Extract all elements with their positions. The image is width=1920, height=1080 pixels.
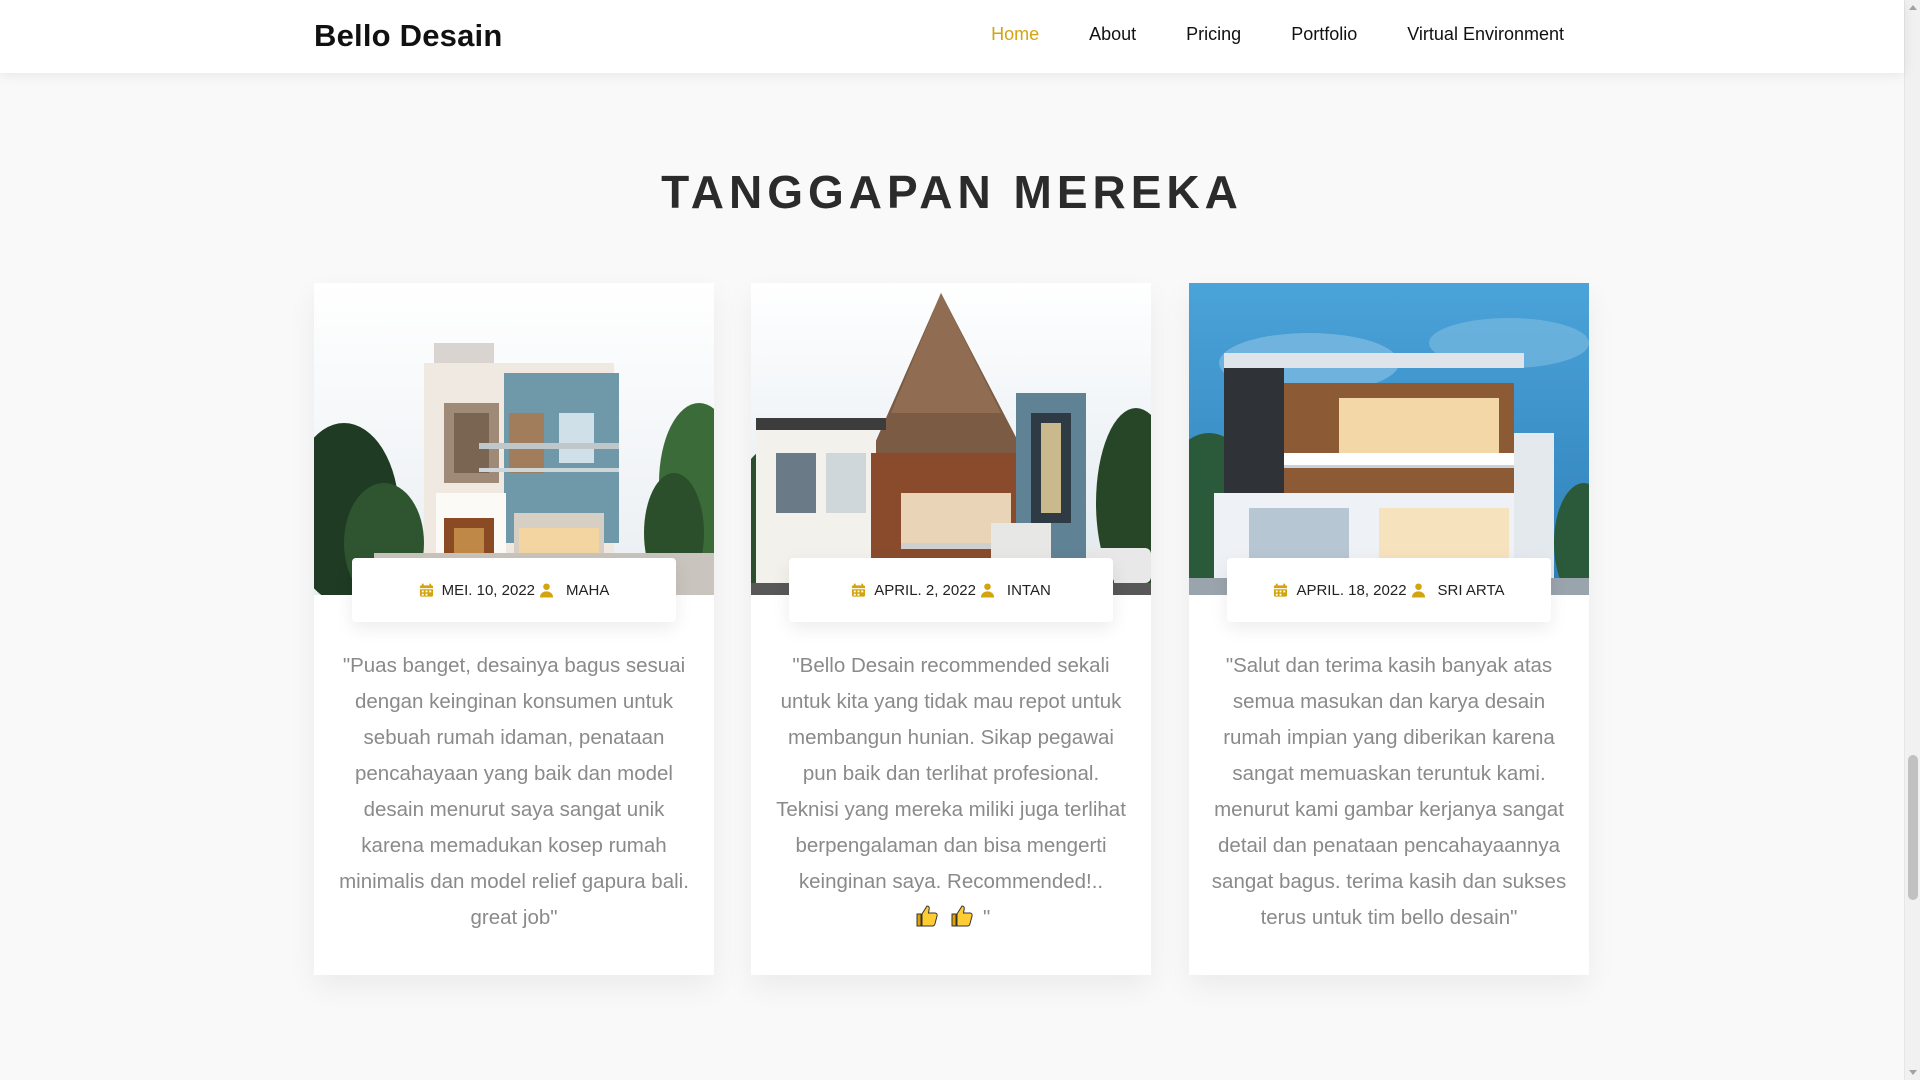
thumbs-up-icon bbox=[916, 905, 938, 927]
nav-portfolio[interactable]: Portfolio bbox=[1291, 24, 1357, 45]
post-author: INTAN bbox=[1006, 581, 1051, 599]
testimonial-card: APRIL. 18, 2022 SRI ARTA "Salut dan teri… bbox=[1189, 283, 1589, 975]
post-date: MEI. 10, 2022 bbox=[441, 581, 536, 599]
section-title: TANGGAPAN MEREKA bbox=[661, 166, 1243, 218]
user-icon bbox=[980, 583, 994, 598]
house-image bbox=[314, 283, 714, 595]
nav-virtual-environment[interactable]: Virtual Environment bbox=[1407, 24, 1564, 45]
testimonial-text: "Bello Desain recommended sekali untuk k… bbox=[773, 648, 1129, 936]
scroll-up-arrow[interactable] bbox=[1909, 5, 1917, 10]
user-icon bbox=[539, 583, 554, 598]
calendar-icon bbox=[419, 583, 433, 597]
calendar-icon bbox=[1274, 583, 1288, 597]
thumbs-up-icon bbox=[951, 905, 974, 927]
testimonial-closing-quote: " bbox=[977, 906, 991, 929]
calendar-icon bbox=[852, 583, 866, 597]
post-meta: MEI. 10, 2022 MAHA bbox=[352, 558, 676, 622]
scrollbar-thumb[interactable] bbox=[1908, 755, 1918, 900]
post-meta: APRIL. 2, 2022 INTAN bbox=[789, 558, 1113, 622]
testimonial-body: "Bello Desain recommended sekali untuk k… bbox=[776, 654, 1126, 893]
house-image bbox=[1189, 283, 1589, 595]
post-author: SRI ARTA bbox=[1437, 581, 1505, 599]
user-icon bbox=[1411, 583, 1425, 598]
navbar: Bello Desain Home About Pricing Portfoli… bbox=[0, 0, 1904, 73]
main-nav: Home About Pricing Portfolio Virtual Env… bbox=[991, 24, 1564, 45]
nav-pricing[interactable]: Pricing bbox=[1186, 24, 1241, 45]
testimonial-card: MEI. 10, 2022 MAHA "Puas banget, desainy… bbox=[314, 283, 714, 975]
post-date: APRIL. 2, 2022 bbox=[874, 581, 976, 599]
post-author: MAHA bbox=[566, 581, 610, 599]
scroll-down-arrow[interactable] bbox=[1909, 1070, 1917, 1075]
thumbs-row: " bbox=[912, 905, 991, 929]
brand-logo[interactable]: Bello Desain bbox=[314, 18, 502, 54]
post-date: APRIL. 18, 2022 bbox=[1296, 581, 1407, 599]
testimonial-text: "Salut dan terima kasih banyak atas semu… bbox=[1211, 654, 1567, 929]
testimonial-card: APRIL. 2, 2022 INTAN "Bello Desain recom… bbox=[751, 283, 1151, 975]
nav-about[interactable]: About bbox=[1089, 24, 1136, 45]
page-scrollbar[interactable] bbox=[1904, 0, 1920, 1080]
testimonial-text: "Puas banget, desainya bagus sesuai deng… bbox=[339, 654, 689, 929]
nav-home[interactable]: Home bbox=[991, 24, 1039, 45]
house-image bbox=[751, 283, 1151, 595]
post-meta: APRIL. 18, 2022 SRI ARTA bbox=[1227, 558, 1551, 622]
